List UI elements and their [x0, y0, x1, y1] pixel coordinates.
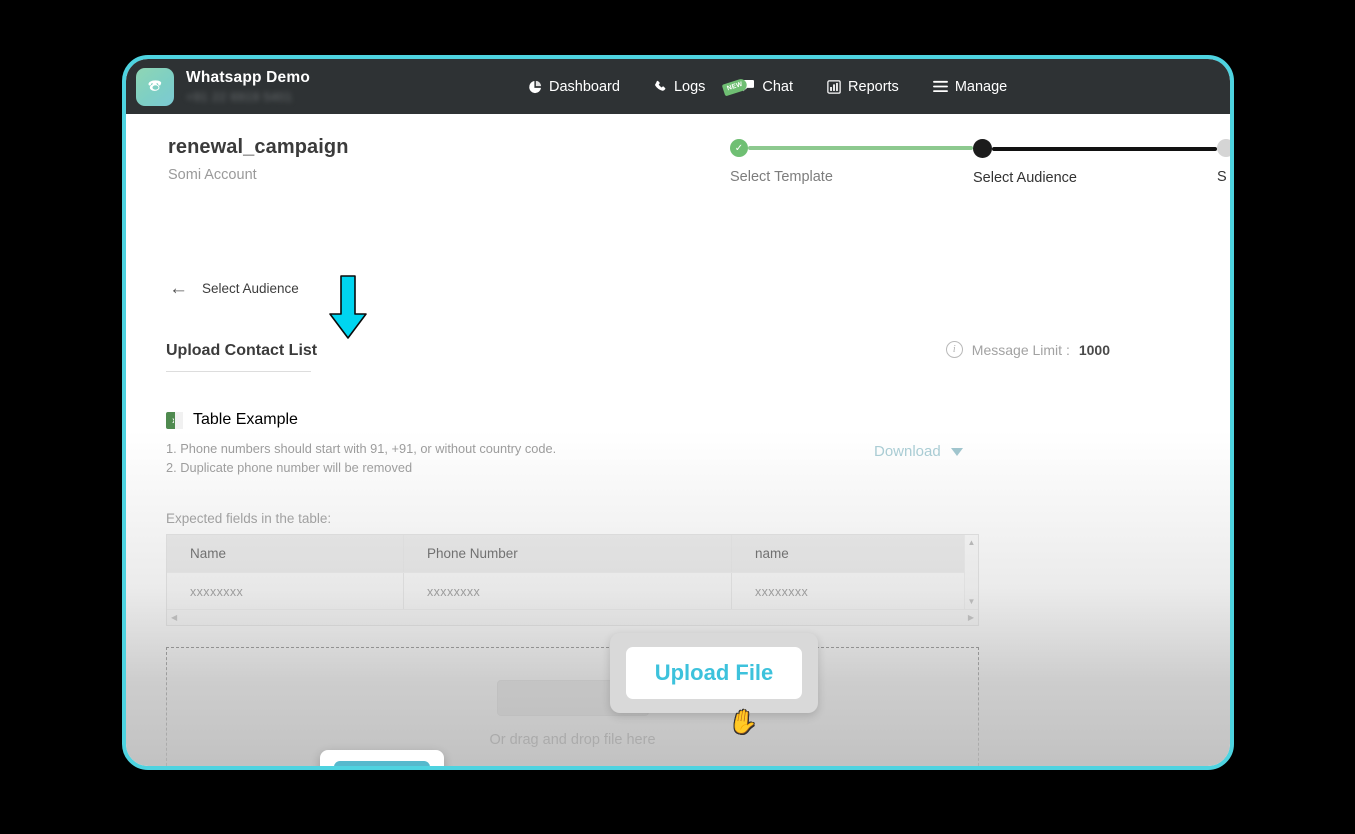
step-indicator: ✓: [730, 139, 973, 157]
table-example-heading: x Table Example: [166, 411, 298, 429]
campaign-header: renewal_campaign Somi Account: [168, 136, 349, 183]
file-dropzone[interactable]: Or drag and drop file here: [166, 647, 979, 766]
phone-icon: [654, 80, 667, 93]
step-label: Select Template: [730, 169, 833, 185]
note-line: 1. Phone numbers should start with 91, +…: [166, 441, 557, 456]
table-column-header: Phone Number: [404, 535, 732, 572]
table-vertical-scrollbar[interactable]: ▲ ▼: [964, 535, 978, 610]
nav-item-dashboard[interactable]: Dashboard: [528, 79, 620, 95]
expected-fields-table: Name Phone Number name xxxxxxxx xxxxxxxx…: [166, 534, 979, 626]
progress-stepper: ✓ Select Template Select Audience S: [730, 139, 1230, 186]
caret-left-icon[interactable]: ◀: [171, 613, 177, 622]
table-horizontal-scrollbar[interactable]: ◀ ▶: [167, 609, 978, 625]
telephone-icon: [136, 67, 174, 106]
info-icon[interactable]: i: [945, 341, 963, 358]
table-header-row: Name Phone Number name: [167, 535, 964, 572]
step-select-template[interactable]: ✓ Select Template: [730, 139, 973, 185]
back-to-select-audience-link[interactable]: ← Select Audience: [169, 279, 299, 298]
table-example-label: Table Example: [193, 411, 298, 428]
nav-links: Dashboard Logs NEW Chat Reports Manage: [528, 77, 1008, 96]
page-title: renewal_campaign: [168, 136, 349, 158]
chevron-down-icon: [950, 447, 963, 456]
step-connector: [992, 146, 1217, 151]
table-column-header: Name: [167, 535, 404, 572]
brand-name: Whatsapp Demo: [186, 69, 311, 86]
step-third-truncated[interactable]: S: [1217, 139, 1230, 185]
section-divider: [166, 371, 311, 372]
table-row: xxxxxxxx xxxxxxxx xxxxxxxx: [167, 572, 964, 610]
download-label: Download: [874, 443, 941, 460]
top-navigation-bar: Whatsapp Demo +91 22 6919 5401 Dashboard: [126, 59, 1230, 114]
table-cell: xxxxxxxx: [755, 584, 809, 599]
browser-frame: Whatsapp Demo +91 22 6919 5401 Dashboard: [122, 55, 1234, 770]
app-viewport: Whatsapp Demo +91 22 6919 5401 Dashboard: [126, 59, 1230, 766]
nav-label: Chat: [762, 78, 794, 95]
chat-icon-wrap: NEW: [722, 77, 755, 96]
hamburger-icon: [932, 80, 948, 93]
step-dot-icon: [973, 139, 992, 158]
upload-file-button[interactable]: [496, 680, 649, 716]
nav-label: Dashboard: [549, 78, 620, 95]
table-body: Name Phone Number name xxxxxxxx xxxxxxxx…: [167, 535, 964, 610]
check-icon: ✓: [730, 139, 748, 157]
account-name: Somi Account: [168, 167, 257, 183]
nav-label: Reports: [848, 78, 899, 95]
page-body: renewal_campaign Somi Account ✓ Select T…: [126, 114, 1230, 766]
step-dot-icon: [1217, 139, 1230, 157]
message-limit-label: Message Limit :: [971, 341, 1070, 358]
nav-item-logs[interactable]: Logs: [654, 79, 705, 95]
step-select-audience[interactable]: Select Audience: [973, 139, 1217, 186]
excel-file-icon: x: [166, 411, 183, 429]
nav-item-manage[interactable]: Manage: [932, 78, 1008, 95]
table-cell: xxxxxxxx: [404, 573, 732, 610]
message-limit-value: 1000: [1078, 341, 1110, 358]
step-indicator: [1217, 139, 1230, 157]
caret-up-icon[interactable]: ▲: [968, 538, 976, 547]
brand-text: Whatsapp Demo +91 22 6919 5401: [186, 69, 310, 104]
download-dropdown[interactable]: Download: [874, 443, 963, 460]
brand-block: Whatsapp Demo +91 22 6919 5401: [126, 67, 486, 106]
note-line: 2. Duplicate phone number will be remove…: [166, 459, 413, 475]
expected-fields-label: Expected fields in the table:: [166, 511, 332, 526]
step-indicator: [973, 139, 1217, 158]
caret-right-icon[interactable]: ▶: [968, 613, 974, 622]
brand-phone-number: +91 22 6919 5401: [186, 90, 293, 104]
step-label: Select Audience: [973, 170, 1077, 186]
table-scroll-area: Name Phone Number name xxxxxxxx xxxxxxxx…: [167, 535, 978, 610]
nav-label: Logs: [673, 78, 706, 95]
step-label: S: [1217, 169, 1227, 185]
table-column-header: name: [755, 546, 789, 561]
section-title: Upload Contact List: [166, 342, 318, 359]
step-connector: [748, 146, 973, 150]
nav-item-reports[interactable]: Reports: [827, 79, 899, 95]
dropzone-hint: Or drag and drop file here: [489, 732, 656, 748]
pie-chart-icon: [528, 80, 542, 94]
arrow-left-icon: ←: [169, 278, 188, 299]
nav-label: Manage: [954, 78, 1008, 95]
instruction-notes: 1. Phone numbers should start with 91, +…: [166, 440, 556, 477]
bar-chart-icon: [827, 79, 841, 94]
message-limit: i Message Limit : 1000: [945, 341, 1110, 358]
nav-item-chat[interactable]: NEW Chat: [722, 77, 794, 96]
caret-down-icon[interactable]: ▼: [968, 597, 976, 606]
back-link-label: Select Audience: [202, 281, 299, 296]
table-cell: xxxxxxxx: [167, 573, 404, 610]
